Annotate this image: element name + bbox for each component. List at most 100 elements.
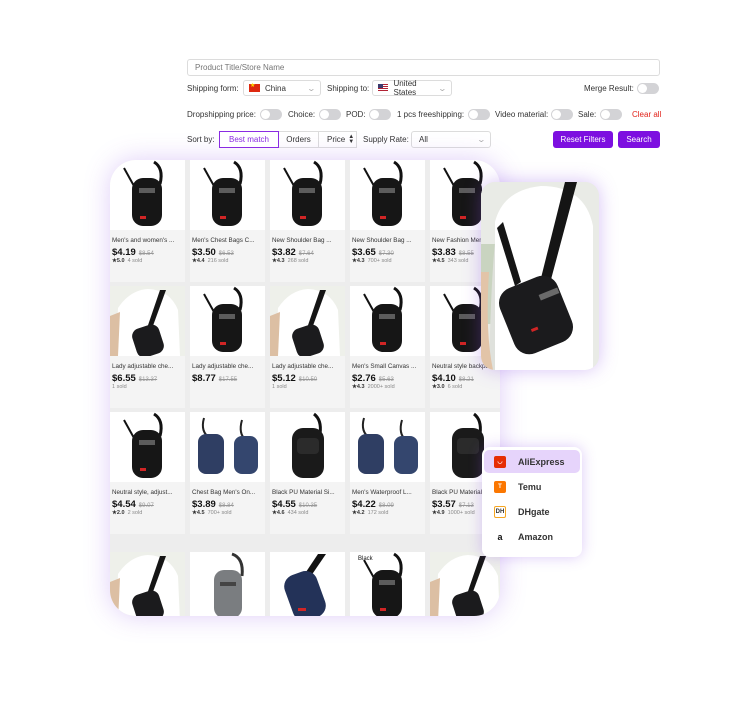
product-price: $8.77 [192, 373, 216, 384]
product-title: Black PU Material Si... [272, 489, 335, 496]
image-color-label: Black [358, 556, 373, 562]
merge-result-toggle[interactable] [637, 83, 659, 94]
shipping-from-label: Shipping form: [187, 84, 239, 93]
supply-rate-select[interactable]: All ⌄ [411, 131, 491, 148]
search-button[interactable]: Search [618, 131, 660, 148]
product-title: Lady adjustable che... [192, 363, 254, 370]
product-card[interactable]: New Shoulder Bag ... $3.65 $7.30 ★4.3 700+ s… [350, 160, 425, 282]
price-row: $4.22 $8.09 [352, 499, 394, 510]
product-card[interactable]: Neutral style, adjust... $4.54 $9.07 ★2.0 2 … [110, 412, 185, 534]
product-title: Men's Small Canvas ... [352, 363, 417, 370]
bag-image [270, 286, 345, 358]
product-meta: ★4.3 2000+ sold [352, 384, 395, 390]
product-title: Men's Chest Bags C... [192, 237, 255, 244]
video-material-toggle[interactable] [551, 109, 573, 120]
product-price: $3.82 [272, 247, 296, 258]
price-row: $3.89 $8.84 [192, 499, 234, 510]
product-original-price: $17.55 [218, 377, 238, 383]
product-card[interactable]: Black [350, 552, 425, 616]
product-sold-count: 2000+ sold [367, 384, 395, 390]
choice-toggle[interactable] [319, 109, 341, 120]
merge-result-label: Merge Result: [584, 84, 634, 93]
product-card[interactable] [270, 552, 345, 616]
bag-image [110, 552, 185, 616]
product-sold-count: 1000+ sold [447, 510, 475, 516]
dropshipping-price-toggle[interactable] [260, 109, 282, 120]
clear-all-link[interactable]: Clear all [632, 110, 661, 119]
platform-item-amazon[interactable]: a Amazon [484, 525, 580, 548]
bag-image [350, 412, 425, 482]
product-card[interactable]: Men's Waterproof L... $4.22 $8.09 ★4.2 172 s… [350, 412, 425, 534]
sort-best-match-button[interactable]: Best match [219, 131, 279, 148]
price-row: $4.19 $8.54 [112, 247, 154, 258]
product-sold-count: 700+ sold [207, 510, 232, 516]
product-meta: ★4.5 700+ sold [192, 510, 232, 516]
product-card[interactable]: Men's Chest Bags C... $3.50 $6.53 ★4.4 216 s… [190, 160, 265, 282]
product-meta: ★4.4 216 sold [192, 258, 228, 264]
product-image [110, 286, 185, 358]
product-sold-count: 434 sold [287, 510, 309, 516]
sort-orders-button[interactable]: Orders [278, 131, 319, 148]
us-flag-icon [378, 84, 389, 92]
platform-item-aliexpress[interactable]: ◡ AliExpress [484, 450, 580, 473]
product-rating: ★4.3 [352, 384, 365, 390]
reset-filters-button[interactable]: Reset Filters [553, 131, 613, 148]
product-rating: ★4.3 [352, 258, 365, 264]
product-card[interactable]: New Shoulder Bag ... $3.82 $7.64 ★4.3 268 so… [270, 160, 345, 282]
price-row: $3.65 $7.30 [352, 247, 394, 258]
sort-by-label: Sort by: [187, 135, 215, 144]
freeshipping-toggle[interactable] [468, 109, 490, 120]
search-input[interactable] [187, 59, 660, 76]
product-image [430, 552, 500, 616]
shipping-from-select[interactable]: China ⌄ [243, 80, 321, 96]
video-material-label: Video material: [495, 110, 549, 119]
product-rating: ★4.2 [352, 510, 365, 516]
china-flag-icon [249, 82, 260, 92]
price-row: $3.83 $8.55 [432, 247, 474, 258]
sort-options: Best match Orders Price ▲ ▼ [219, 131, 357, 148]
product-title: New Shoulder Bag ... [352, 237, 412, 244]
product-meta: ★4.2 172 sold [352, 510, 388, 516]
price-row: $8.77 $17.55 [192, 373, 237, 384]
shipping-to-select[interactable]: United States ⌄ [372, 79, 452, 97]
product-image [350, 286, 425, 356]
bag-image [430, 552, 500, 616]
price-row: $6.55 $13.37 [112, 373, 157, 384]
platform-item-temu[interactable]: T Temu [484, 475, 580, 498]
product-card[interactable]: Chest Bag Men's On... $3.89 $8.84 ★4.5 700+ … [190, 412, 265, 534]
product-image [270, 160, 345, 230]
pod-toggle[interactable] [369, 109, 391, 120]
product-card[interactable]: Lady adjustable che... $5.12 $10.50 1 sold [270, 286, 345, 408]
platform-label: DHgate [518, 506, 550, 517]
product-card[interactable]: Men's and women's ... $4.19 $8.54 ★5.0 4 sol… [110, 160, 185, 282]
product-original-price: $5.63 [378, 377, 394, 383]
product-image [270, 412, 345, 482]
product-card[interactable] [430, 552, 500, 616]
product-original-price: $13.37 [138, 377, 158, 383]
bag-image [270, 552, 345, 616]
product-meta: ★4.6 434 sold [272, 510, 308, 516]
price-row: $3.50 $6.53 [192, 247, 234, 258]
product-image [270, 286, 345, 358]
product-card[interactable]: Black PU Material Si... $4.55 $10.35 ★4.6 43… [270, 412, 345, 534]
product-price: $4.10 [432, 373, 456, 384]
product-card[interactable]: Men's Small Canvas ... $2.76 $5.63 ★4.3 2000… [350, 286, 425, 408]
product-image [190, 552, 265, 616]
product-original-price: $10.50 [298, 377, 318, 383]
shipping-from-value: China [265, 83, 286, 93]
price-row: $2.76 $5.63 [352, 373, 394, 384]
product-card[interactable]: Lady adjustable che... $8.77 $17.55 [190, 286, 265, 408]
product-original-price: $8.55 [458, 251, 474, 257]
sort-price-button[interactable]: Price ▲ ▼ [318, 131, 357, 148]
product-card[interactable] [190, 552, 265, 616]
product-original-price: $8.54 [138, 251, 154, 257]
shipping-to-value: United States [393, 79, 417, 97]
shipping-to-label: Shipping to: [327, 84, 370, 93]
product-card[interactable] [110, 552, 185, 616]
sale-toggle[interactable] [600, 109, 622, 120]
platform-label: Temu [518, 481, 542, 492]
product-sold-count: 2 sold [127, 510, 143, 516]
product-original-price: $10.35 [298, 503, 318, 509]
product-card[interactable]: Lady adjustable che... $6.55 $13.37 1 sold [110, 286, 185, 408]
platform-item-dhgate[interactable]: DH DHgate [484, 500, 580, 523]
